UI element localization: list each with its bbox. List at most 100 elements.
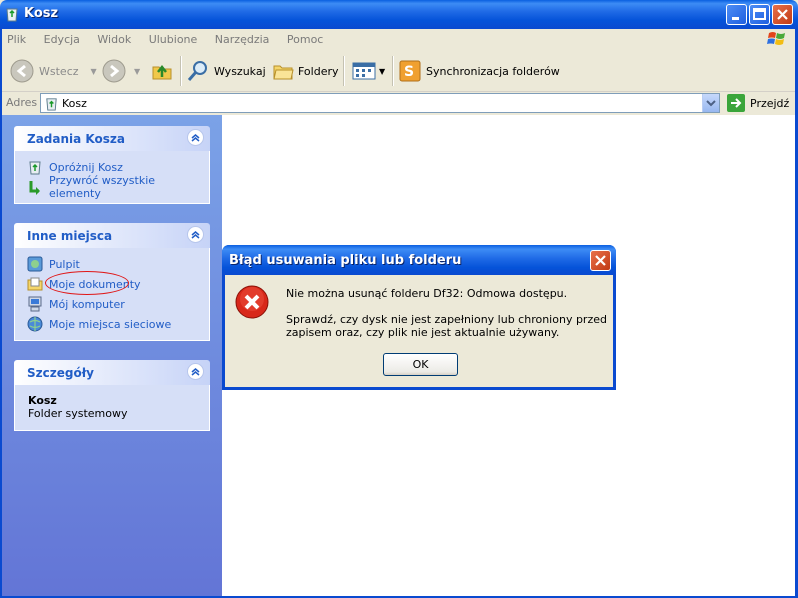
panel-body: Opróżnij Kosz Przywróć wszystkie element… — [14, 151, 210, 204]
search-icon — [187, 61, 207, 81]
sync-button[interactable]: S Synchronizacja folderów — [399, 56, 560, 86]
views-button[interactable]: ▼ — [352, 56, 385, 86]
close-button[interactable] — [772, 4, 793, 25]
restore-icon — [29, 181, 40, 195]
menu-edit[interactable]: Edycja — [37, 29, 87, 46]
menu-help[interactable]: Pomoc — [280, 29, 330, 46]
collapse-chevron-icon — [191, 231, 200, 239]
back-dropdown-icon[interactable]: ▼ — [91, 67, 97, 76]
go-button[interactable]: Przejdź — [727, 94, 789, 112]
annotation-circle — [45, 271, 129, 295]
address-dropdown-button[interactable] — [702, 94, 719, 112]
maximize-button[interactable] — [749, 4, 770, 25]
address-field[interactable]: Kosz — [40, 93, 720, 113]
chevron-down-icon — [706, 100, 716, 107]
panel-header[interactable]: Szczegóły — [14, 360, 210, 385]
place-label[interactable]: Pulpit — [49, 258, 80, 271]
search-label: Wyszukaj — [214, 64, 266, 78]
panel-title: Szczegóły — [27, 366, 94, 380]
panel-title: Inne miejsca — [27, 229, 113, 243]
place-desktop[interactable]: Pulpit — [27, 254, 209, 274]
details-name: Kosz — [28, 394, 57, 407]
my-documents-icon — [27, 277, 43, 291]
collapse-button[interactable] — [187, 363, 204, 380]
collapse-button[interactable] — [187, 226, 204, 243]
dialog-close-button[interactable] — [590, 250, 611, 271]
toolbar: Wstecz ▼ ▼ Wyszukaj Foldery ▼ S Synchron… — [0, 50, 798, 92]
views-dropdown-icon[interactable]: ▼ — [379, 67, 385, 76]
panel-header[interactable]: Zadania Kosza — [14, 126, 210, 151]
address-bar: Adres Kosz Przejdź — [0, 92, 798, 114]
place-label[interactable]: Moje miejsca sieciowe — [49, 318, 171, 331]
collapse-button[interactable] — [187, 129, 204, 146]
sync-label: Synchronizacja folderów — [426, 64, 560, 78]
windows-logo-icon — [767, 32, 785, 45]
maximize-icon — [753, 8, 766, 20]
dialog-body: Nie można usunąć folderu Df32: Odmowa do… — [225, 275, 613, 387]
menu-tools[interactable]: Narzędzia — [208, 29, 277, 46]
place-network[interactable]: Moje miejsca sieciowe — [27, 314, 209, 334]
dialog-title-bar[interactable]: Błąd usuwania pliku lub folderu — [222, 245, 616, 275]
close-icon — [595, 255, 606, 266]
panel-title: Zadania Kosza — [27, 132, 125, 146]
error-message: Nie można usunąć folderu Df32: Odmowa do… — [286, 287, 568, 300]
back-button[interactable]: Wstecz ▼ — [10, 56, 97, 86]
recycle-bin-tasks-panel: Zadania Kosza Opróżnij Kosz Przywróć wsz… — [14, 126, 210, 204]
menu-file[interactable]: Plik — [0, 29, 33, 46]
place-my-computer[interactable]: Mój komputer — [27, 294, 209, 314]
close-icon — [777, 9, 788, 20]
place-label[interactable]: Mój komputer — [49, 298, 125, 311]
address-label: Adres — [6, 96, 38, 109]
forward-button[interactable]: ▼ — [102, 56, 140, 86]
up-button[interactable] — [150, 56, 174, 86]
error-dialog: Błąd usuwania pliku lub folderu Nie możn… — [222, 245, 616, 390]
recycle-bin-icon — [46, 98, 57, 111]
toolbar-separator — [180, 56, 182, 86]
window-border-left — [0, 29, 2, 598]
menu-view[interactable]: Widok — [90, 29, 138, 46]
title-bar[interactable]: Kosz — [0, 0, 798, 29]
svg-text:S: S — [404, 64, 414, 80]
forward-dropdown-icon[interactable]: ▼ — [134, 67, 140, 76]
search-button[interactable]: Wyszukaj — [186, 56, 266, 86]
folders-button[interactable]: Foldery — [272, 56, 339, 86]
back-label: Wstecz — [39, 64, 79, 78]
back-arrow-icon — [10, 59, 34, 83]
details-panel: Szczegóły Kosz Folder systemowy — [14, 360, 210, 431]
go-label: Przejdź — [750, 96, 790, 110]
task-pane: Zadania Kosza Opróżnij Kosz Przywróć wsz… — [0, 115, 222, 596]
explorer-window: Kosz Plik Edycja Widok Ulubione Narzędzi… — [0, 0, 798, 598]
minimize-icon — [732, 17, 739, 20]
desktop-icon — [27, 256, 43, 272]
error-detail: Sprawdź, czy dysk nie jest zapełniony lu… — [286, 313, 607, 339]
task-restore-all[interactable]: Przywróć wszystkie elementy — [27, 174, 209, 200]
folder-up-icon — [152, 64, 172, 80]
panel-header[interactable]: Inne miejsca — [14, 223, 210, 248]
error-icon — [235, 285, 269, 319]
folders-label: Foldery — [298, 64, 339, 78]
task-label[interactable]: Przywróć wszystkie elementy — [49, 174, 209, 200]
dialog-message: Nie można usunąć folderu Df32: Odmowa do… — [286, 287, 616, 352]
views-icon — [352, 62, 376, 80]
forward-arrow-icon — [102, 59, 126, 83]
panel-body: Pulpit Moje dokumenty Mój komputer Moje … — [14, 248, 210, 341]
menu-bar: Plik Edycja Widok Ulubione Narzędzia Pom… — [0, 29, 798, 51]
collapse-chevron-icon — [191, 134, 200, 142]
empty-bin-icon — [29, 161, 41, 175]
sync-folders-icon: S — [399, 60, 421, 82]
minimize-button[interactable] — [726, 4, 747, 25]
address-value: Kosz — [62, 97, 87, 110]
collapse-chevron-icon — [191, 368, 200, 376]
recycle-bin-icon — [6, 8, 18, 22]
go-arrow-icon — [727, 94, 745, 112]
menu-favorites[interactable]: Ulubione — [142, 29, 205, 46]
my-computer-icon — [28, 296, 42, 312]
dialog-title: Błąd usuwania pliku lub folderu — [229, 253, 462, 268]
task-label[interactable]: Opróżnij Kosz — [49, 161, 123, 174]
folders-icon — [273, 65, 294, 80]
window-title: Kosz — [24, 6, 59, 21]
network-places-icon — [27, 316, 43, 332]
panel-body: Kosz Folder systemowy — [14, 385, 210, 431]
ok-button[interactable]: OK — [383, 353, 458, 376]
details-type: Folder systemowy — [28, 407, 128, 420]
